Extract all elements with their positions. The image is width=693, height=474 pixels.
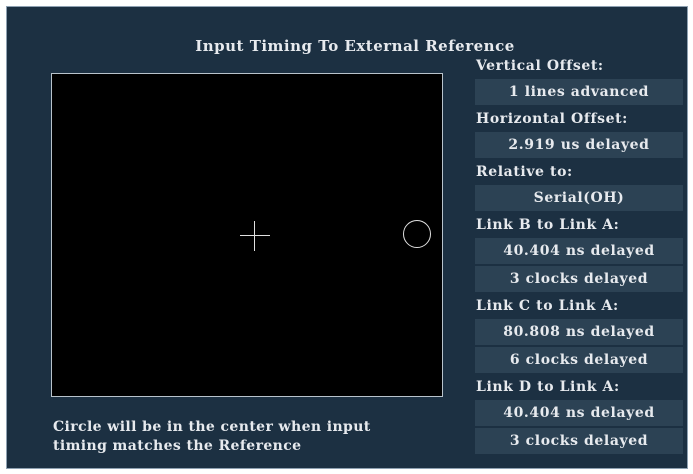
measurement-sidebar: Vertical Offset: 1 lines advanced Horizo…: [475, 54, 683, 455]
horizontal-offset-value: 2.919 us delayed: [475, 132, 683, 158]
link-c-clocks-value: 6 clocks delayed: [475, 347, 683, 373]
timing-display: [51, 73, 443, 397]
horizontal-offset-label: Horizontal Offset:: [476, 111, 628, 127]
link-c-label: Link C to Link A:: [476, 298, 619, 314]
link-b-label: Link B to Link A:: [476, 217, 620, 233]
crosshair-horizontal-line: [240, 235, 270, 236]
link-c-time-value: 80.808 ns delayed: [475, 319, 683, 345]
link-d-label: Link D to Link A:: [476, 379, 620, 395]
timing-panel: Input Timing To External Reference Circl…: [6, 6, 688, 469]
relative-to-label: Relative to:: [476, 164, 573, 180]
link-d-time-value: 40.404 ns delayed: [475, 400, 683, 426]
caption: Circle will be in the center when input …: [53, 418, 371, 456]
vertical-offset-value: 1 lines advanced: [475, 79, 683, 105]
relative-to-value: Serial(OH): [475, 185, 683, 211]
caption-line-1: Circle will be in the center when input: [53, 419, 371, 435]
caption-line-2: timing matches the Reference: [53, 438, 302, 454]
timing-circle-icon: [403, 220, 431, 248]
vertical-offset-label: Vertical Offset:: [476, 58, 604, 74]
link-b-clocks-value: 3 clocks delayed: [475, 266, 683, 292]
crosshair-icon: [240, 221, 270, 251]
crosshair-vertical-line: [254, 221, 255, 251]
link-d-clocks-value: 3 clocks delayed: [475, 428, 683, 454]
link-b-time-value: 40.404 ns delayed: [475, 238, 683, 264]
panel-title: Input Timing To External Reference: [195, 37, 515, 55]
